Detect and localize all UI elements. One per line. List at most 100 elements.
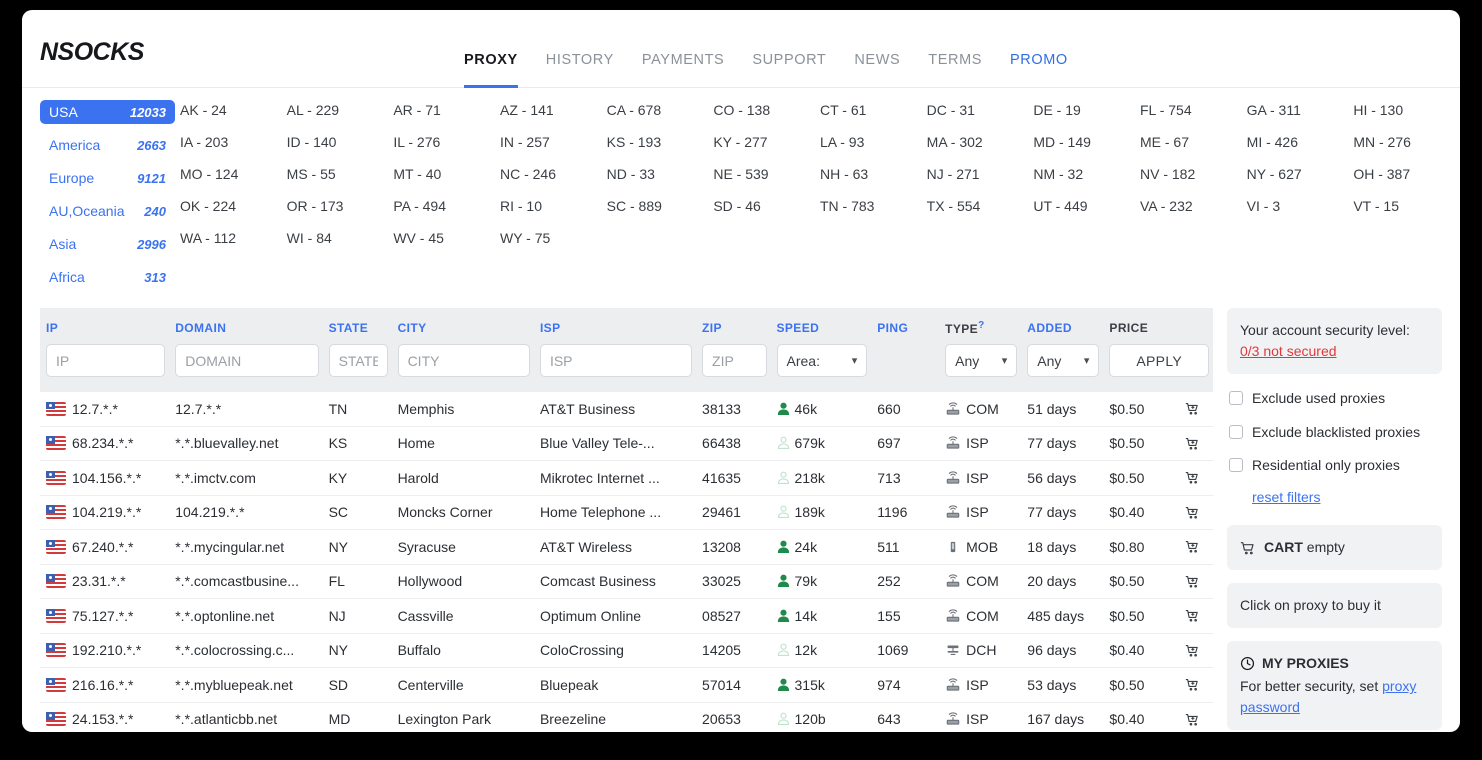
col-header-ping[interactable]: PING — [871, 308, 939, 342]
state-item-va[interactable]: VA - 232 — [1140, 196, 1247, 228]
state-item-nd[interactable]: ND - 33 — [607, 164, 714, 196]
col-header-isp[interactable]: ISP — [534, 308, 696, 342]
state-item-wy[interactable]: WY - 75 — [500, 228, 607, 260]
table-row[interactable]: 12.7.*.* 12.7.*.* TN Memphis AT&T Business 38… — [40, 391, 1213, 426]
brand-logo[interactable]: NSOCKS — [40, 38, 144, 67]
state-item-ok[interactable]: OK - 224 — [180, 196, 287, 228]
add-to-cart-button[interactable] — [1179, 500, 1205, 524]
state-item-mi[interactable]: MI - 426 — [1247, 132, 1354, 164]
checkbox-exclude-blacklisted-proxies[interactable]: Exclude blacklisted proxies — [1229, 422, 1440, 444]
state-item-ne[interactable]: NE - 539 — [713, 164, 820, 196]
checkbox-icon[interactable] — [1229, 424, 1243, 439]
state-item-il[interactable]: IL - 276 — [393, 132, 500, 164]
col-header-domain[interactable]: DOMAIN — [169, 308, 322, 342]
table-row[interactable]: 23.31.*.* *.*.comcastbusine... FL Hollywood… — [40, 564, 1213, 599]
state-item-co[interactable]: CO - 138 — [713, 100, 820, 132]
table-row[interactable]: 104.219.*.* 104.219.*.* SC Moncks Corner Hom… — [40, 495, 1213, 530]
filter-ip-input[interactable] — [46, 344, 166, 377]
state-item-sc[interactable]: SC - 889 — [607, 196, 714, 228]
filter-added-select[interactable]: Any ▾ — [1027, 344, 1100, 377]
state-item-nj[interactable]: NJ - 271 — [927, 164, 1034, 196]
table-row[interactable]: 67.240.*.* *.*.mycingular.net NY Syracuse AT… — [40, 530, 1213, 564]
state-item-oh[interactable]: OH - 387 — [1353, 164, 1460, 196]
state-item-in[interactable]: IN - 257 — [500, 132, 607, 164]
state-item-vt[interactable]: VT - 15 — [1353, 196, 1460, 228]
col-header-speed[interactable]: SPEED — [771, 308, 872, 342]
state-item-ak[interactable]: AK - 24 — [180, 100, 287, 132]
region-item-america[interactable]: America 2663 — [40, 133, 175, 157]
state-item-ga[interactable]: GA - 311 — [1247, 100, 1354, 132]
state-item-mo[interactable]: MO - 124 — [180, 164, 287, 196]
filter-speed-select[interactable]: Area: ▾ — [776, 344, 868, 377]
col-header-state[interactable]: STATE — [323, 308, 392, 342]
state-item-la[interactable]: LA - 93 — [820, 132, 927, 164]
filter-domain-input[interactable] — [175, 344, 319, 377]
state-item-ut[interactable]: UT - 449 — [1033, 196, 1140, 228]
type-help-icon[interactable]: ? — [978, 320, 985, 331]
state-item-ar[interactable]: AR - 71 — [393, 100, 500, 132]
add-to-cart-button[interactable] — [1179, 431, 1205, 455]
apply-filters-button[interactable]: APPLY — [1109, 344, 1209, 377]
state-item-me[interactable]: ME - 67 — [1140, 132, 1247, 164]
add-to-cart-button[interactable] — [1179, 466, 1205, 490]
nav-item-promo[interactable]: PROMO — [996, 10, 1082, 88]
state-item-tx[interactable]: TX - 554 — [927, 196, 1034, 228]
reset-filters-link[interactable]: reset filters — [1252, 489, 1440, 505]
state-item-tn[interactable]: TN - 783 — [820, 196, 927, 228]
table-row[interactable]: 192.210.*.* *.*.colocrossing.c... NY Buffal… — [40, 633, 1213, 668]
state-item-md[interactable]: MD - 149 — [1033, 132, 1140, 164]
region-item-asia[interactable]: Asia 2996 — [40, 232, 175, 256]
state-item-wi[interactable]: WI - 84 — [287, 228, 394, 260]
state-item-al[interactable]: AL - 229 — [287, 100, 394, 132]
region-item-europe[interactable]: Europe 9121 — [40, 166, 175, 190]
table-row[interactable]: 75.127.*.* *.*.optonline.net NJ Cassville Op… — [40, 599, 1213, 633]
region-item-africa[interactable]: Africa 313 — [40, 265, 175, 289]
add-to-cart-button[interactable] — [1179, 569, 1205, 593]
add-to-cart-button[interactable] — [1179, 707, 1205, 731]
checkbox-icon[interactable] — [1229, 458, 1243, 473]
col-header-zip[interactable]: ZIP — [696, 308, 770, 342]
state-item-az[interactable]: AZ - 141 — [500, 100, 607, 132]
add-to-cart-button[interactable] — [1179, 535, 1205, 559]
table-row[interactable]: 216.16.*.* *.*.mybluepeak.net SD Centervill… — [40, 668, 1213, 702]
filter-isp-input[interactable] — [539, 344, 693, 377]
col-header-ip[interactable]: IP — [40, 308, 169, 342]
nav-item-terms[interactable]: TERMS — [914, 10, 996, 88]
state-item-mn[interactable]: MN - 276 — [1353, 132, 1460, 164]
filter-zip-input[interactable] — [702, 344, 767, 377]
col-header-added[interactable]: ADDED — [1021, 308, 1103, 342]
state-item-fl[interactable]: FL - 754 — [1140, 100, 1247, 132]
state-item-nc[interactable]: NC - 246 — [500, 164, 607, 196]
my-proxies-title-row[interactable]: MY PROXIES — [1240, 653, 1429, 674]
region-item-usa[interactable]: USA 12033 — [40, 100, 175, 124]
nav-item-payments[interactable]: PAYMENTS — [628, 10, 738, 88]
state-item-de[interactable]: DE - 19 — [1033, 100, 1140, 132]
nav-item-news[interactable]: NEWS — [840, 10, 914, 88]
state-item-wa[interactable]: WA - 112 — [180, 228, 287, 260]
state-item-nm[interactable]: NM - 32 — [1033, 164, 1140, 196]
table-row[interactable]: 68.234.*.* *.*.bluevalley.net KS Home Blue V… — [40, 426, 1213, 461]
state-item-ny[interactable]: NY - 627 — [1247, 164, 1354, 196]
col-header-city[interactable]: CITY — [392, 308, 534, 342]
filter-type-select[interactable]: Any ▾ — [945, 344, 1018, 377]
state-item-wv[interactable]: WV - 45 — [393, 228, 500, 260]
state-item-ct[interactable]: CT - 61 — [820, 100, 927, 132]
nav-item-history[interactable]: HISTORY — [532, 10, 628, 88]
state-item-nh[interactable]: NH - 63 — [820, 164, 927, 196]
state-item-ca[interactable]: CA - 678 — [607, 100, 714, 132]
state-item-ia[interactable]: IA - 203 — [180, 132, 287, 164]
state-item-id[interactable]: ID - 140 — [287, 132, 394, 164]
cart-card[interactable]: CART empty — [1227, 525, 1442, 571]
filter-city-input[interactable] — [397, 344, 530, 377]
checkbox-exclude-used-proxies[interactable]: Exclude used proxies — [1229, 388, 1440, 410]
add-to-cart-button[interactable] — [1179, 604, 1205, 628]
state-item-ky[interactable]: KY - 277 — [713, 132, 820, 164]
state-item-pa[interactable]: PA - 494 — [393, 196, 500, 228]
state-item-or[interactable]: OR - 173 — [287, 196, 394, 228]
nav-item-proxy[interactable]: PROXY — [450, 10, 532, 88]
state-item-ks[interactable]: KS - 193 — [607, 132, 714, 164]
state-item-hi[interactable]: HI - 130 — [1353, 100, 1460, 132]
security-level-link[interactable]: 0/3 not secured — [1240, 343, 1337, 359]
nav-item-support[interactable]: SUPPORT — [738, 10, 840, 88]
state-item-nv[interactable]: NV - 182 — [1140, 164, 1247, 196]
